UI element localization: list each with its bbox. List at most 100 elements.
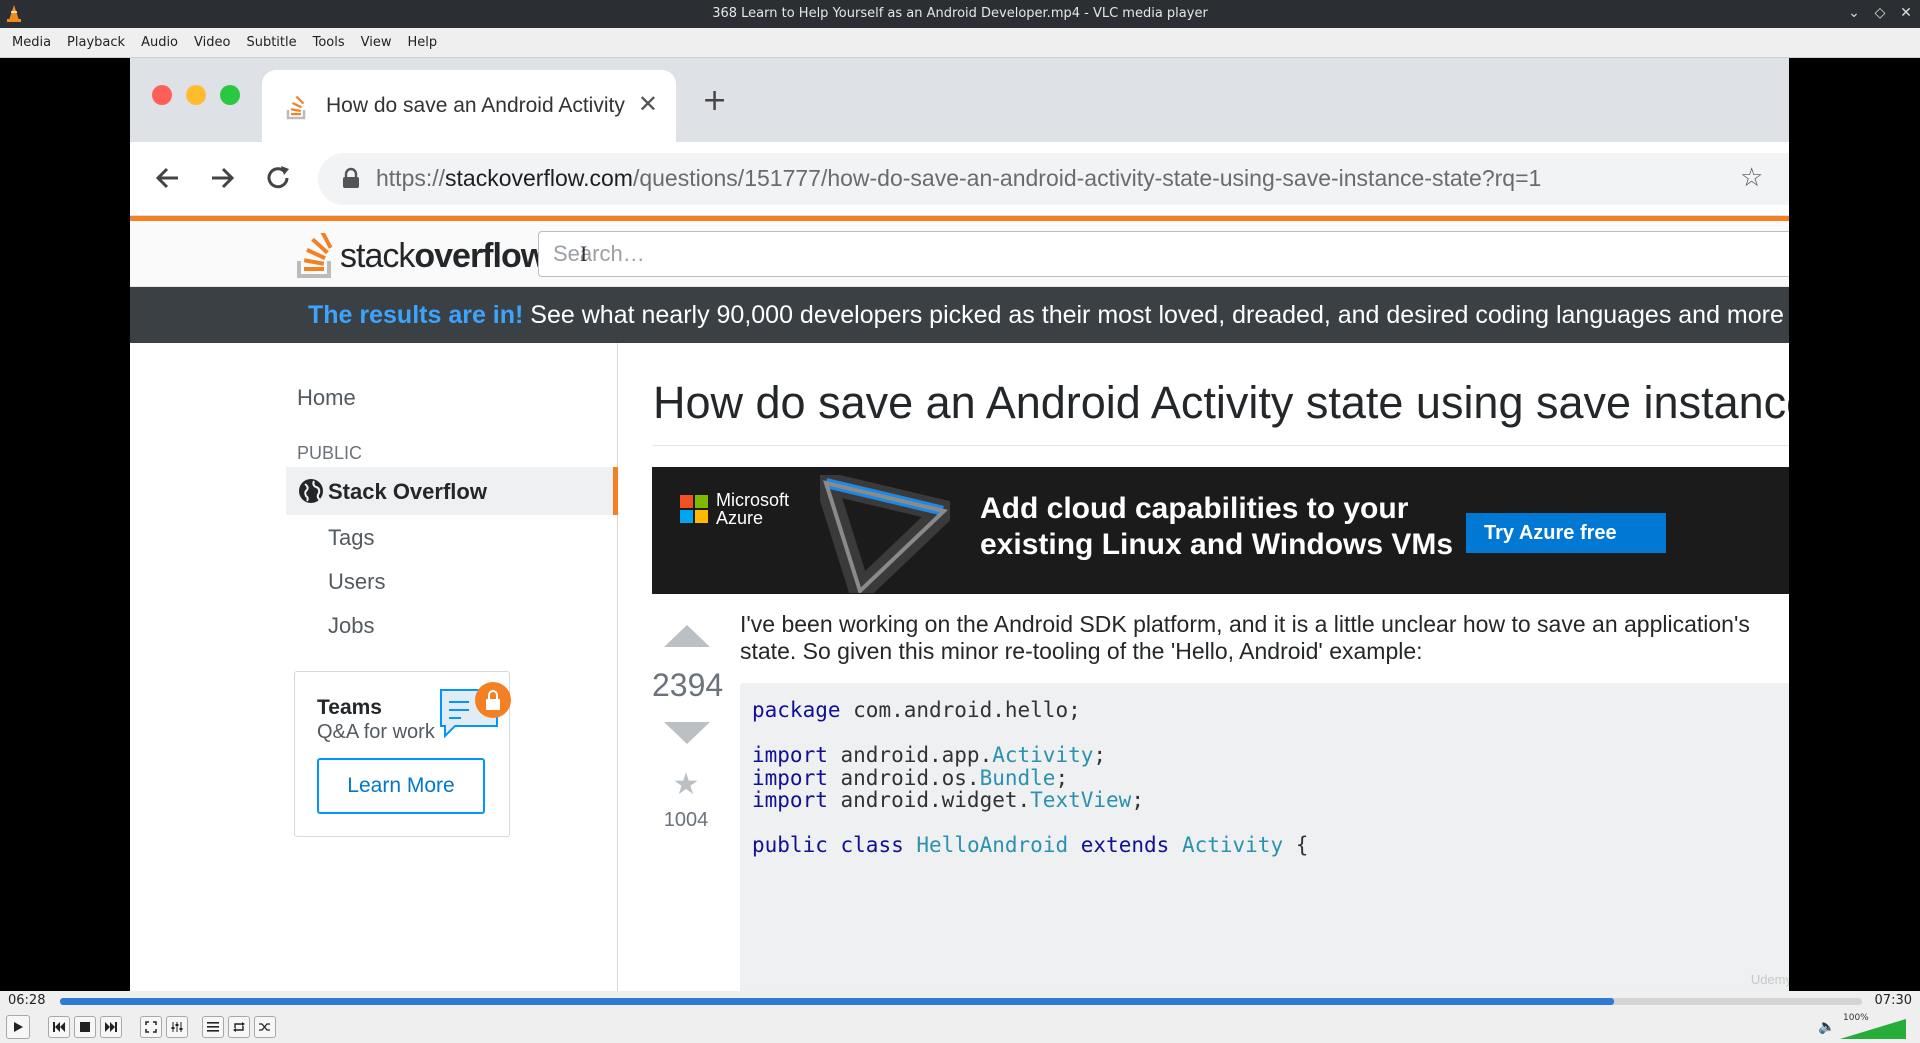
code-text: com.android.hello; [840,698,1081,722]
so-search-input [539,232,1789,276]
code-text: android.app. [827,743,993,767]
nav-public-heading: PUBLIC [297,443,363,463]
question-body-line2: state. So given this minor re-tooling of… [740,638,1423,664]
favorite-star-icon: ★ [672,767,700,802]
banner-text: See what nearly 90,000 developers picked… [523,301,1784,329]
stop-button[interactable] [74,1016,96,1038]
loop-button[interactable] [228,1016,250,1038]
so-logo-plain: stack [340,236,415,275]
menu-tools[interactable]: Tools [305,35,353,50]
video-area[interactable]: How do save an Android Activity state us… [0,58,1920,991]
video-frame: How do save an Android Activity state us… [130,58,1789,991]
previous-icon [53,1022,65,1032]
minimize-icon[interactable]: ⌄ [1846,4,1862,22]
teams-promo: Teams Q&A for work Learn More [294,671,511,837]
code-type: TextView [1030,788,1132,812]
ad-brand-line1: Microsoft [716,490,790,510]
forward-arrow-icon [212,167,235,189]
code-type: HelloAndroid [916,833,1069,857]
url-scheme: https:// [376,165,446,191]
play-icon [14,1022,23,1032]
menu-playback[interactable]: Playback [59,35,133,50]
so-left-nav: Home PUBLIC Stack Overflow Tags Users Jo… [130,343,618,991]
teams-title: Teams [317,696,382,719]
next-icon [105,1022,117,1032]
code-type: Bundle [979,765,1056,790]
so-logo-text: stackoverflow [340,236,547,276]
code-keyword: class [840,833,904,857]
favorite-count: 1004 [663,809,709,831]
tab-close-icon: ✕ [637,90,658,118]
code-text: ; [1131,788,1144,812]
udemy-watermark: Udemy [1750,972,1789,987]
question-body: I've been working on the Android SDK pla… [740,611,1750,665]
azure-triangle-logo-icon [820,475,950,593]
code-keyword: package [752,698,841,722]
upvote-arrow-icon [664,625,710,647]
nav-jobs: Jobs [328,613,375,638]
code-text: ; [1055,765,1069,790]
extended-settings-button[interactable] [166,1016,188,1038]
title-divider [653,445,1789,446]
maximize-icon[interactable]: ◇ [1872,4,1888,22]
so-search-box [538,231,1789,277]
ad-headline-line2: existing Linux and Windows VMs [980,528,1454,561]
nav-tags: Tags [328,525,375,550]
teams-lock-chat-icon [440,682,511,739]
ad-headline-line1: Add cloud capabilities to your [980,492,1409,525]
code-type: Activity [992,743,1094,767]
nav-stack-overflow: Stack Overflow [286,467,618,515]
learn-more-button: Learn More [317,758,485,814]
traffic-minimize-icon [186,85,206,105]
speaker-icon[interactable]: 🔈 [1818,1019,1835,1035]
menu-help[interactable]: Help [400,35,446,50]
menu-audio[interactable]: Audio [133,35,186,50]
menu-media[interactable]: Media [4,35,59,50]
nav-stack-overflow-label: Stack Overflow [328,479,487,504]
nav-users: Users [328,569,386,594]
playlist-button[interactable] [202,1016,224,1038]
fullscreen-button[interactable] [140,1016,162,1038]
stackoverflow-favicon-icon [286,95,306,120]
time-elapsed: 06:28 [8,993,46,1008]
window-titlebar: 368 Learn to Help Yourself as an Android… [0,0,1920,28]
code-text: ; [1093,743,1107,767]
bookmark-star-icon: ☆ [1740,163,1764,193]
vote-count: 2394 [652,667,724,703]
ad-brand-line2: Azure [716,508,764,528]
code-keyword: import [752,765,828,790]
ad-headline: Add cloud capabilities to your existing L… [980,491,1453,563]
nav-home: Home [297,385,356,410]
seek-slider[interactable] [60,998,1862,1005]
seek-row: 06:28 07:30 [0,991,1920,1011]
globe-icon [299,479,323,503]
code-type: Activity [1181,833,1284,857]
menu-subtitle[interactable]: Subtitle [238,35,304,50]
next-button[interactable] [100,1016,122,1038]
code-text: { [1283,833,1309,857]
question-title: How do save an Android Activity state us… [653,377,1789,428]
window-title: 368 Learn to Help Yourself as an Android… [712,6,1208,21]
so-header: stackoverflow [130,221,1789,287]
so-logo: stackoverflow [296,229,547,283]
volume-slider[interactable] [1840,1019,1906,1039]
browser-toolbar: https://stackoverflow.com/questions/1517… [130,142,1789,216]
menu-video[interactable]: Video [186,35,238,50]
play-button[interactable] [6,1015,30,1039]
close-icon[interactable]: ✕ [1898,4,1914,22]
code-text: android.os. [827,765,980,790]
address-bar: https://stackoverflow.com/questions/1517… [318,153,1789,205]
stop-icon [80,1022,90,1032]
browser-tabstrip: How do save an Android Activity state us… [130,58,1789,142]
fullscreen-icon [145,1021,157,1033]
azure-ad-banner: Microsoft Azure Add cloud capabilities to… [652,467,1789,594]
tab-title: How do save an Android Activity state us… [326,94,626,117]
equalizer-icon [171,1022,183,1032]
previous-button[interactable] [48,1016,70,1038]
menu-view[interactable]: View [353,35,400,50]
question-body-line1: I've been working on the Android SDK pla… [740,611,1750,637]
so-logo-icon [297,233,333,278]
menu-bar: Media Playback Audio Video Subtitle Tool… [0,28,1920,58]
shuffle-button[interactable] [254,1016,276,1038]
back-arrow-icon [155,167,178,189]
